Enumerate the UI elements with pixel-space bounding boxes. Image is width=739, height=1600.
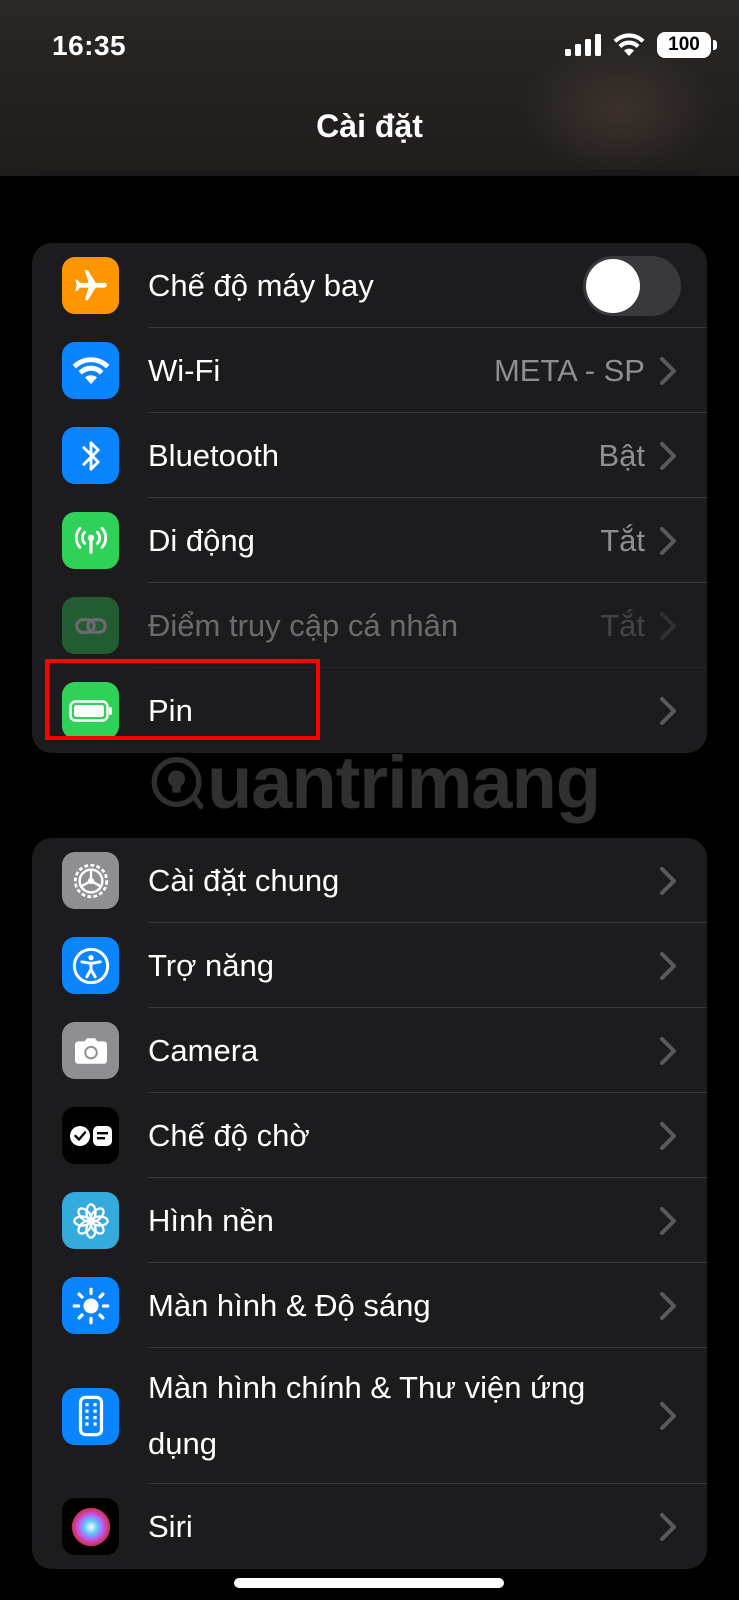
bluetooth-icon	[62, 427, 119, 484]
wallpaper-label: Hình nền	[148, 1202, 274, 1238]
header: 16:35 100 Cài đặt	[0, 0, 739, 180]
standby-icon	[62, 1107, 119, 1164]
accessibility-label: Trợ năng	[148, 947, 275, 983]
home-indicator[interactable]	[234, 1578, 504, 1588]
sun-icon	[62, 1277, 119, 1334]
cellular-label: Di động	[148, 522, 255, 558]
battery-level-badge: 100	[657, 32, 717, 58]
chevron-right-icon	[660, 1036, 676, 1065]
row-general[interactable]: Cài đặt chung	[32, 838, 707, 923]
row-cellular[interactable]: Di động Tắt	[32, 498, 707, 583]
cellular-antenna-icon	[62, 512, 119, 569]
link-icon	[62, 597, 119, 654]
accessibility-icon	[62, 937, 119, 994]
row-siri[interactable]: Siri	[32, 1484, 707, 1569]
camera-label: Camera	[148, 1032, 259, 1068]
airplane-mode-toggle[interactable]	[583, 255, 681, 316]
watermark-text: uantrimang	[207, 740, 601, 824]
row-home-screen[interactable]: Màn hình chính & Thư viện ứng dụng	[32, 1348, 707, 1484]
row-airplane-mode[interactable]: Chế độ máy bay	[32, 243, 707, 328]
wifi-icon	[62, 342, 119, 399]
chevron-right-icon	[660, 356, 676, 385]
settings-screen: 16:35 100 Cài đặt Chế độ máy bay Wi-Fi M…	[0, 0, 739, 1600]
chevron-right-icon	[660, 1206, 676, 1235]
row-personal-hotspot: Điểm truy cập cá nhân Tắt	[32, 583, 707, 668]
row-camera[interactable]: Camera	[32, 1008, 707, 1093]
siri-icon	[62, 1498, 119, 1555]
wifi-icon	[613, 33, 645, 56]
row-wifi[interactable]: Wi-Fi META - SP	[32, 328, 707, 413]
airplane-mode-label: Chế độ máy bay	[148, 267, 374, 303]
display-brightness-label: Màn hình & Độ sáng	[148, 1287, 431, 1323]
general-label: Cài đặt chung	[148, 862, 340, 898]
chevron-right-icon	[660, 1121, 676, 1150]
bluetooth-label: Bluetooth	[148, 437, 279, 473]
watermark: uantrimang	[150, 722, 601, 842]
row-display-brightness[interactable]: Màn hình & Độ sáng	[32, 1263, 707, 1348]
airplane-icon	[62, 257, 119, 314]
home-screen-icon	[62, 1387, 119, 1445]
siri-label: Siri	[148, 1508, 193, 1544]
camera-icon	[62, 1022, 119, 1079]
personal-hotspot-value: Tắt	[600, 607, 645, 643]
wifi-label: Wi-Fi	[148, 352, 221, 388]
chevron-right-icon	[660, 696, 676, 725]
standby-label: Chế độ chờ	[148, 1117, 310, 1153]
row-accessibility[interactable]: Trợ năng	[32, 923, 707, 1008]
row-standby[interactable]: Chế độ chờ	[32, 1093, 707, 1178]
status-time: 16:35	[52, 30, 127, 61]
chevron-right-icon	[660, 441, 676, 470]
row-bluetooth[interactable]: Bluetooth Bật	[32, 413, 707, 498]
chevron-right-icon	[660, 866, 676, 895]
row-wallpaper[interactable]: Hình nền	[32, 1178, 707, 1263]
general-group: Cài đặt chung Trợ năng Camera Chế độ chờ…	[32, 838, 707, 1569]
page-title: Cài đặt	[316, 108, 423, 144]
home-screen-label: Màn hình chính & Thư viện ứng dụng	[148, 1370, 586, 1461]
chevron-right-icon	[660, 526, 676, 555]
personal-hotspot-label: Điểm truy cập cá nhân	[148, 607, 459, 643]
cellular-signal-icon	[565, 34, 601, 56]
wifi-value: META - SP	[493, 352, 645, 388]
cellular-value: Tắt	[600, 522, 645, 558]
chevron-right-icon	[660, 951, 676, 980]
chevron-right-icon	[660, 1512, 676, 1541]
bluetooth-value: Bật	[598, 437, 645, 473]
chevron-right-icon	[660, 611, 676, 640]
chevron-right-icon	[660, 1291, 676, 1320]
chevron-right-icon	[660, 1402, 676, 1430]
status-icons: 100	[565, 32, 717, 58]
gear-icon	[62, 852, 119, 909]
flower-icon	[62, 1192, 119, 1249]
lightbulb-logo-icon	[151, 757, 204, 810]
